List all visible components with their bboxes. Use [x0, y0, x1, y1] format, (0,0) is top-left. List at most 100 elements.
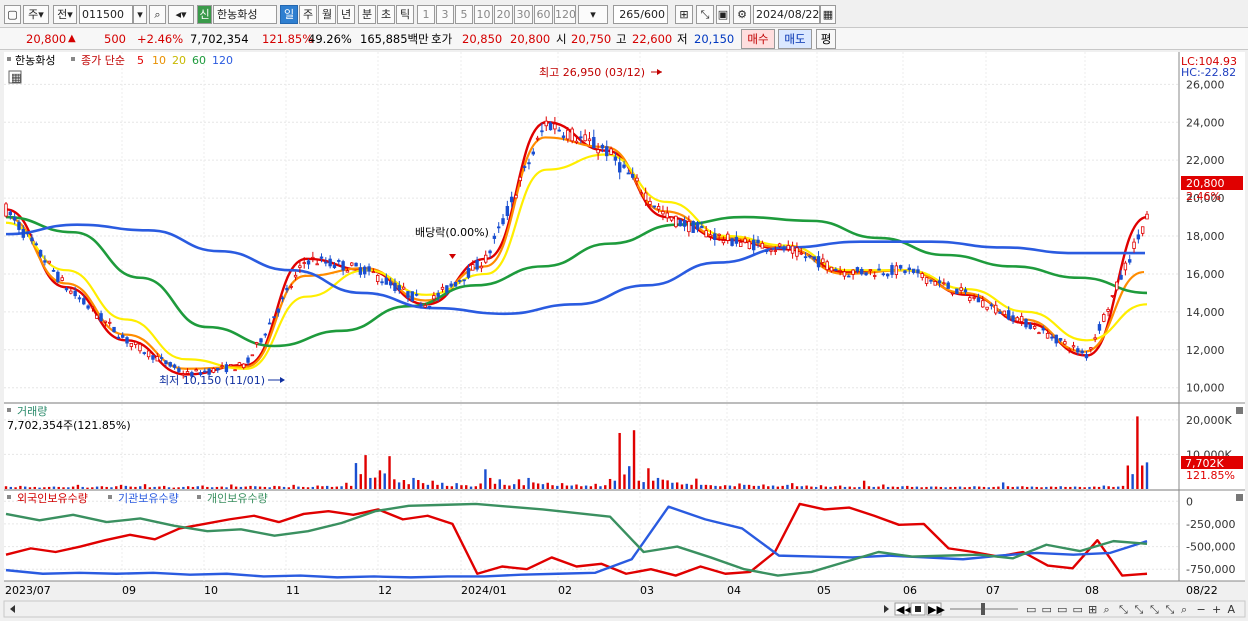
period-minute[interactable]: 분 [358, 5, 376, 24]
candle-body [1106, 309, 1110, 312]
volume-bar [1035, 486, 1038, 489]
candle-body [596, 149, 600, 154]
zoom-slider-handle[interactable] [981, 603, 985, 615]
volume-bar [690, 484, 693, 489]
candle-body [142, 352, 147, 354]
period-month[interactable]: 월 [318, 5, 336, 24]
eval-button[interactable]: 평 [816, 29, 836, 49]
candle-body [25, 231, 30, 235]
period-year[interactable]: 년 [337, 5, 355, 24]
candle-body [69, 290, 73, 294]
interval-custom-select[interactable]: ▾ [578, 5, 608, 24]
y-tick-label: 0 [1186, 495, 1193, 508]
candle-body [592, 136, 596, 149]
candle-body [229, 364, 233, 367]
volume-bar [1131, 474, 1134, 489]
calendar-icon[interactable]: ▦ [820, 5, 836, 24]
toolbar: ▢ 주▾ 전▾ 011500 ▾ ⌕ ◂▾ 신 한농화성 일 주 월 년 분 초… [0, 0, 1248, 28]
interval-30[interactable]: 30 [514, 5, 533, 24]
interval-3[interactable]: 3 [436, 5, 454, 24]
candle-body [963, 289, 968, 293]
stock-name-field[interactable]: 한농화성 [213, 5, 277, 24]
volume-bar [565, 485, 569, 489]
ma-5-legend[interactable]: 5 [137, 54, 144, 67]
window-icon[interactable]: ▢ [4, 5, 21, 24]
sound-icon[interactable]: ◂▾ [168, 5, 194, 24]
candle-body [764, 250, 769, 253]
volume-bar [263, 486, 267, 489]
volume-value-label: 7,702,354주(121.85%) [7, 419, 131, 432]
y-tick-label: -250,000 [1186, 518, 1235, 531]
volume-title[interactable]: 거래량 [17, 405, 47, 418]
ma-120-legend[interactable]: 120 [212, 54, 233, 67]
save-icon[interactable]: ▣ [716, 5, 730, 24]
volume-bar [450, 486, 454, 489]
volume-bar [28, 487, 32, 489]
interval-60[interactable]: 60 [534, 5, 553, 24]
volume-bar [1016, 486, 1019, 489]
ma-60-legend[interactable]: 60 [192, 54, 206, 67]
period-tick[interactable]: 틱 [396, 5, 414, 24]
candle-body [535, 137, 540, 140]
ma-title[interactable]: 종가 단순 [81, 54, 125, 67]
search-icon[interactable]: ⌕ [149, 5, 166, 24]
ma-20-legend[interactable]: 20 [172, 54, 186, 67]
interval-20[interactable]: 20 [494, 5, 513, 24]
stock-code-input[interactable]: 011500 [79, 5, 133, 24]
volume-bar [570, 485, 573, 489]
chart-tools-icon[interactable]: ⊞ [675, 5, 693, 24]
candle-body [103, 320, 108, 323]
x-tick-label: 04 [727, 584, 741, 597]
market-type-select[interactable]: 주▾ [23, 5, 49, 24]
candle-body [86, 305, 90, 309]
candle-body [315, 263, 319, 266]
interval-1[interactable]: 1 [417, 5, 435, 24]
interval-120[interactable]: 120 [554, 5, 576, 24]
ma-10-legend[interactable]: 10 [152, 54, 166, 67]
chevron-down-icon[interactable]: ▾ [133, 5, 147, 24]
volume-bar [129, 486, 132, 489]
candle-body [855, 267, 860, 272]
volume-bar [402, 480, 406, 489]
date-input[interactable]: 2024/08/22 [753, 5, 820, 24]
interval-10[interactable]: 10 [474, 5, 493, 24]
institution-holdings-legend[interactable]: 기관보유수량 [118, 492, 179, 505]
candle-body [566, 129, 570, 140]
volume-bar [1145, 462, 1149, 489]
candle-body [146, 350, 151, 358]
interval-5[interactable]: 5 [455, 5, 473, 24]
candle-body [112, 326, 116, 333]
prev-select[interactable]: 전▾ [53, 5, 77, 24]
sell-button[interactable]: 매도 [778, 29, 812, 49]
toolbar-icon: ⊞ [1088, 603, 1097, 616]
toolbar-icon: ▭ [1026, 603, 1036, 616]
count-input[interactable]: 265/600 [613, 5, 668, 24]
candle-body [38, 249, 43, 257]
buy-button[interactable]: 매수 [741, 29, 775, 49]
foreign-holdings-legend[interactable]: 외국인보유수량 [17, 492, 88, 505]
legend-square [7, 57, 11, 61]
draw-icon[interactable]: ⤡ [696, 5, 714, 24]
candle-body [665, 212, 669, 219]
volume-bar [326, 485, 329, 489]
period-second[interactable]: 초 [377, 5, 395, 24]
x-tick-label: 03 [640, 584, 654, 597]
volume-bar [709, 485, 712, 489]
candle-body [358, 267, 363, 275]
gear-icon[interactable]: ⚙ [733, 5, 751, 24]
candle-body [34, 243, 38, 246]
volume-bar [57, 486, 60, 489]
period-week[interactable]: 주 [299, 5, 317, 24]
candle-body [1119, 274, 1123, 280]
volume-bar [963, 487, 967, 489]
panel-close-icon[interactable] [1236, 407, 1243, 414]
current-price-marker-text: 20,800 [1186, 177, 1225, 190]
panel-close-icon[interactable] [1236, 494, 1243, 501]
stock-chart[interactable]: 10,00012,00014,00016,00018,00020,00022,0… [0, 50, 1248, 621]
individual-holdings-legend[interactable]: 개인보유수량 [207, 492, 268, 505]
candle-body [341, 261, 345, 271]
volume-bar [282, 486, 286, 489]
stock-name-legend[interactable]: 한농화성 [15, 54, 55, 67]
volume-bar [254, 486, 257, 489]
period-day[interactable]: 일 [280, 5, 298, 24]
